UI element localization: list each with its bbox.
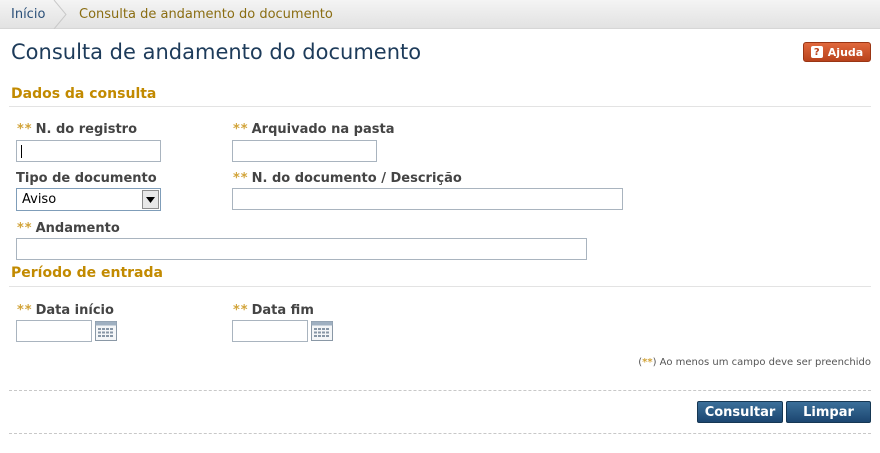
- andamento-input[interactable]: [16, 238, 587, 260]
- required-marker: **: [17, 303, 33, 318]
- required-marker: **: [17, 122, 33, 137]
- form-divider: [9, 433, 871, 434]
- andamento-label: ** Andamento: [17, 221, 120, 236]
- data-fim-input[interactable]: [232, 320, 308, 342]
- section-title-period: Período de entrada: [11, 265, 163, 281]
- required-marker: **: [233, 171, 249, 186]
- breadcrumb-current: Consulta de andamento do documento: [79, 7, 333, 22]
- required-hint: (**) Ao menos um campo deve ser preenchi…: [638, 357, 871, 368]
- tipo-selected-value: Aviso: [22, 192, 57, 207]
- registro-input[interactable]: [16, 140, 161, 162]
- question-icon: ?: [810, 46, 823, 58]
- numero-descricao-label: ** N. do documento / Descrição: [233, 171, 462, 186]
- calendar-icon[interactable]: [94, 320, 118, 342]
- numero-descricao-input[interactable]: [232, 188, 623, 210]
- form-divider: [9, 390, 871, 391]
- breadcrumb-home-link[interactable]: Início: [11, 7, 45, 22]
- data-fim-label: ** Data fim: [233, 303, 314, 318]
- breadcrumb: Início Consulta de andamento do document…: [0, 0, 880, 29]
- pasta-input[interactable]: [232, 140, 377, 162]
- help-button[interactable]: ? Ajuda: [803, 42, 871, 62]
- tipo-select[interactable]: Aviso: [16, 188, 161, 211]
- dropdown-arrow-icon[interactable]: [142, 190, 159, 209]
- help-button-label: Ajuda: [827, 45, 864, 59]
- text-cursor: [21, 145, 22, 158]
- chevron-right-icon: [53, 0, 67, 29]
- required-marker: **: [233, 303, 249, 318]
- pasta-label: ** Arquivado na pasta: [233, 122, 395, 137]
- page-title: Consulta de andamento do documento: [11, 40, 422, 64]
- consultar-button[interactable]: Consultar: [697, 401, 783, 423]
- section-divider: [9, 106, 871, 107]
- calendar-icon[interactable]: [310, 320, 334, 342]
- section-divider: [9, 286, 871, 287]
- data-inicio-input[interactable]: [16, 320, 92, 342]
- tipo-label: Tipo de documento: [16, 171, 157, 186]
- required-marker: **: [17, 221, 33, 236]
- required-marker: **: [233, 122, 249, 137]
- data-inicio-label: ** Data início: [17, 303, 114, 318]
- limpar-button[interactable]: Limpar: [786, 401, 871, 423]
- section-title-query: Dados da consulta: [11, 86, 157, 102]
- registro-label: ** N. do registro: [17, 122, 138, 137]
